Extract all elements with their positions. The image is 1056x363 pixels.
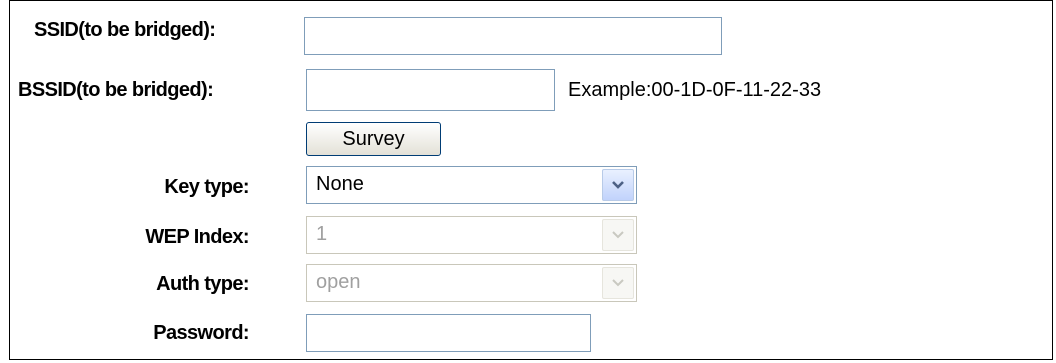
chevron-down-icon <box>602 267 634 299</box>
password-label: Password: <box>153 322 249 344</box>
chevron-down-icon <box>602 219 634 251</box>
wep-index-value: 1 <box>316 223 328 245</box>
bssid-input[interactable] <box>306 69 555 111</box>
bssid-label: BSSID(to be bridged): <box>18 79 214 101</box>
bssid-example-hint: Example:00-1D-0F-11-22-33 <box>568 79 822 101</box>
wep-index-label: WEP Index: <box>145 226 249 248</box>
key-type-label: Key type: <box>164 176 249 198</box>
key-type-select[interactable]: None <box>306 166 637 204</box>
wep-index-select[interactable]: 1 <box>306 216 637 254</box>
auth-type-value: open <box>316 271 361 293</box>
key-type-value: None <box>316 173 364 195</box>
ssid-input[interactable] <box>304 17 722 55</box>
password-input[interactable] <box>306 314 591 352</box>
ssid-label: SSID(to be bridged): <box>34 19 216 41</box>
chevron-down-icon[interactable] <box>602 169 634 201</box>
auth-type-select[interactable]: open <box>306 264 637 302</box>
auth-type-label: Auth type: <box>156 273 249 295</box>
survey-button[interactable]: Survey <box>306 122 441 156</box>
